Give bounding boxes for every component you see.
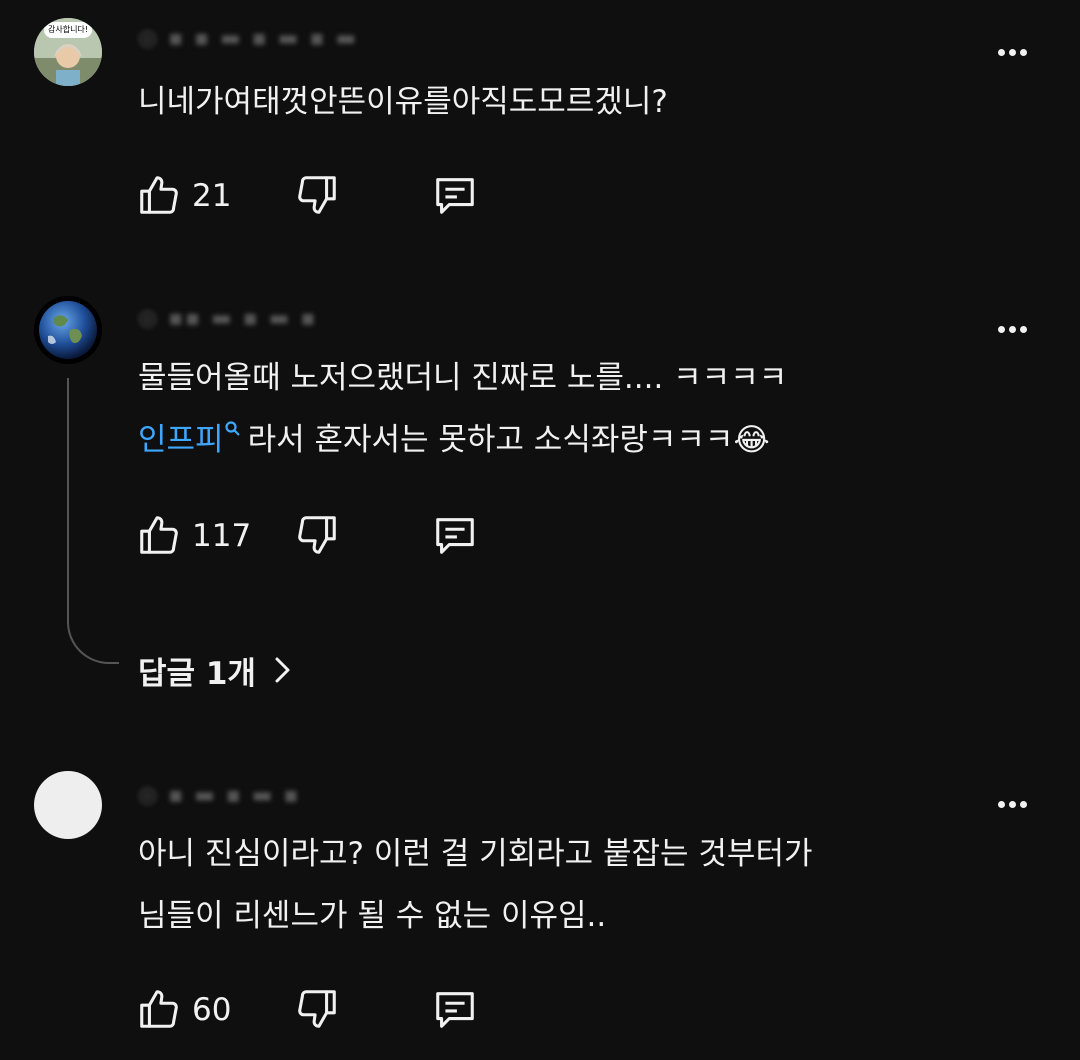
thumb-up-icon[interactable] — [136, 986, 182, 1032]
comment-actions: 60 — [136, 986, 536, 1034]
author-handle-redacted[interactable]: ◎ ▪ ▪ ▬ ▪ ▬ ▪ ▬ — [138, 28, 458, 50]
reply-comment-icon[interactable] — [432, 172, 478, 218]
like-count: 117 — [192, 518, 252, 554]
comment-actions: 117 — [136, 512, 536, 560]
avatar-badge-text: 감사합니다! — [47, 25, 88, 34]
avatar[interactable]: 감사합니다! — [34, 18, 102, 86]
comment-actions: 21 — [136, 172, 536, 220]
more-vert-icon[interactable] — [990, 790, 1034, 818]
reply-thread-line — [67, 378, 119, 664]
chevron-right-icon — [275, 657, 290, 683]
comment-text-line-1: 물들어올때 노저으랬더니 진짜로 노를.... ㅋㅋㅋㅋ — [138, 360, 788, 396]
thumb-up-icon[interactable] — [136, 172, 182, 218]
thumb-up-icon[interactable] — [136, 512, 182, 558]
search-icon — [224, 421, 240, 436]
replies-label: 답글 1개 — [138, 655, 256, 692]
avatar[interactable] — [34, 771, 102, 839]
more-vert-icon[interactable] — [990, 38, 1034, 66]
search-link[interactable]: 인프피 — [138, 422, 224, 458]
reply-comment-icon[interactable] — [432, 512, 478, 558]
like-count: 60 — [192, 992, 232, 1028]
avatar[interactable] — [34, 296, 102, 364]
thumb-down-icon[interactable] — [294, 986, 340, 1032]
more-vert-icon[interactable] — [990, 315, 1034, 343]
reply-comment-icon[interactable] — [432, 986, 478, 1032]
earth-avatar-image — [34, 296, 102, 364]
thumb-down-icon[interactable] — [294, 512, 340, 558]
like-count: 21 — [192, 178, 232, 214]
comment-text: 니네가여태껏안뜬이유를아직도모르겠니? — [138, 84, 668, 120]
author-handle-redacted[interactable]: ◎ ▪▪ ▬ ▪ ▬ ▪ — [138, 308, 458, 330]
thumb-down-icon[interactable] — [294, 172, 340, 218]
comment-text-line-1: 아니 진심이라고? 이런 걸 기회라고 붙잡는 것부터가 — [138, 836, 813, 872]
comment-text-line-2: 님들이 리센느가 될 수 없는 이유임.. — [138, 898, 607, 934]
comment-text-continuation: 라서 혼자서는 못하고 소식좌랑ㅋㅋㅋ😂 — [247, 422, 770, 458]
author-handle-redacted[interactable]: ◎ ▪ ▬ ▪ ▬ ▪ — [138, 785, 458, 807]
view-replies-button[interactable]: 답글 1개 — [138, 646, 292, 694]
comment-text-line-2: 인프피 라서 혼자서는 못하고 소식좌랑ㅋㅋㅋ😂 — [138, 410, 998, 470]
